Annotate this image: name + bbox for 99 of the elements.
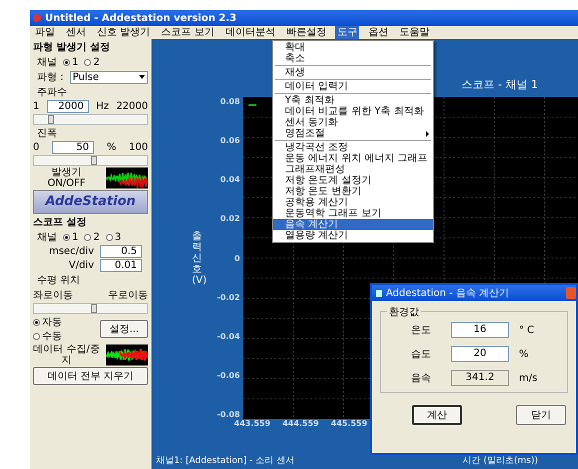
spin-field[interactable]: 0.5 xyxy=(100,245,142,258)
unit-label: Hz xyxy=(96,101,109,112)
waveform-dropdown[interactable]: Pulse xyxy=(70,70,148,84)
radio-button[interactable]: 1 xyxy=(63,232,78,242)
y-tick-label: 0.08 xyxy=(220,97,240,106)
spin-field[interactable]: 0.01 xyxy=(100,259,142,272)
unit-label: m/s xyxy=(519,372,538,384)
input-field[interactable]: 20 xyxy=(451,346,509,362)
menu-item[interactable]: 운동역학 그래프 보기 xyxy=(273,208,433,219)
menu-item[interactable]: 데이터 입력기 xyxy=(273,81,433,92)
menu-item[interactable]: 빠른설정 xyxy=(284,26,328,39)
slider[interactable] xyxy=(33,114,148,125)
field-label: 수평 위치 xyxy=(36,274,82,287)
menu-item[interactable]: 센서 xyxy=(64,26,88,39)
y-tick-label: -0.02 xyxy=(216,292,240,302)
menu-item[interactable]: 스코프 보기 xyxy=(159,26,216,39)
value-field[interactable]: 2000 xyxy=(46,100,89,113)
field-label: 음속 xyxy=(411,372,432,385)
dropdown-arrow-icon xyxy=(139,75,145,79)
radio-button[interactable]: 수동 xyxy=(33,329,62,343)
right-label: 우로이동 xyxy=(108,289,148,302)
radio-button[interactable]: 2 xyxy=(84,56,100,68)
y-tick-label: -0.08 xyxy=(216,410,240,419)
menu-item[interactable]: 데이터 비교를 위한 Y축 최적화 xyxy=(273,106,433,117)
radio-button[interactable]: 3 xyxy=(106,232,122,242)
signal-icon[interactable] xyxy=(106,167,148,189)
menu-item[interactable]: 운동 에너지 위치 에너지 그래프 xyxy=(273,153,433,164)
field-label: msec/div xyxy=(48,246,94,257)
field-label: 파형 : xyxy=(36,71,64,84)
menu-item[interactable]: 확대 xyxy=(273,42,433,53)
plot-title: 스코프 - 채널 1 xyxy=(462,77,538,93)
slider[interactable] xyxy=(33,155,148,166)
menu-item[interactable]: 축소 xyxy=(273,53,433,64)
menu-item[interactable]: 저항 온도계 설정기 xyxy=(273,175,433,186)
value-field[interactable]: 50 xyxy=(52,141,94,154)
y-tick-label: 0.02 xyxy=(220,214,240,224)
menu-item[interactable]: 센서 동기화 xyxy=(273,117,433,128)
max-label: 22000 xyxy=(116,101,148,112)
radio-button[interactable]: 자동 xyxy=(33,315,62,329)
slider[interactable] xyxy=(33,303,148,314)
submenu-arrow-icon xyxy=(426,130,429,136)
y-tick-label: -0.06 xyxy=(216,370,240,380)
menu-item[interactable]: 옵션 xyxy=(366,26,390,39)
radio-button[interactable]: 2 xyxy=(84,232,100,242)
x-tick-label: 443.559 xyxy=(234,419,270,428)
field-label: 주파수 xyxy=(36,86,68,99)
field-label: 채널 xyxy=(36,231,57,244)
generator-toggle-label: 발생기 ON/OFF xyxy=(46,167,87,189)
settings-button[interactable]: 설정... xyxy=(100,320,148,338)
section-title: 파형 발생기 설정 xyxy=(33,41,111,54)
menu-item[interactable]: 음속 계산기 xyxy=(273,219,433,230)
app-icon xyxy=(33,14,41,22)
menu-item[interactable]: 영점조절 xyxy=(273,128,433,139)
dialog-button[interactable]: 닫기 xyxy=(516,405,566,425)
menu-item[interactable]: 파일 xyxy=(33,26,57,39)
x-tick-label: 444.559 xyxy=(282,419,319,428)
window-title: Untitled - Addestation version 2.3 xyxy=(45,12,237,24)
clear-data-button[interactable]: 데이터 전부 지우기 xyxy=(33,367,148,385)
group-label: 환경값 xyxy=(387,305,421,319)
unit-label: % xyxy=(106,142,116,153)
y-tick-label: 0 xyxy=(234,254,240,262)
input-field[interactable]: 16 xyxy=(451,322,509,338)
field-label: 채널 xyxy=(36,56,57,69)
dialog-button[interactable]: 계산 xyxy=(412,405,462,425)
status-text: 채널1: [Addestation] - 소리 센서 xyxy=(156,455,294,467)
signal-icon[interactable] xyxy=(106,344,148,366)
menu-item[interactable]: 재생 xyxy=(273,67,433,78)
field-label: V/div xyxy=(68,260,94,271)
menu-item[interactable]: 저항 온도 변환기 xyxy=(273,186,433,197)
y-tick-label: 0.06 xyxy=(220,136,240,146)
unit-label: % xyxy=(519,348,529,360)
menu-item[interactable]: 그래프재편성 xyxy=(273,164,433,175)
collect-label: 데이터 수집/중지 xyxy=(33,344,100,366)
menu-item[interactable]: 냉각곡선 조정 xyxy=(273,142,433,153)
unit-label: ° C xyxy=(519,324,534,336)
menu-item[interactable]: 도움말 xyxy=(397,26,432,39)
menu-item[interactable]: 공학용 계산기 xyxy=(273,197,433,208)
menu-item[interactable]: Y축 최적화 xyxy=(273,95,433,106)
dialog-title: Addestation - 음속 계산기 xyxy=(386,287,510,300)
min-label: 1 xyxy=(33,101,40,112)
result-field: 341.2 xyxy=(451,370,509,386)
left-label: 좌로이동 xyxy=(33,289,73,302)
menu-item[interactable]: 열용량 계산기 xyxy=(273,230,433,241)
x-tick-label: 445.559 xyxy=(330,419,368,428)
logo: AddeStation xyxy=(33,190,148,214)
min-label: 0 xyxy=(33,142,40,153)
field-label: 진폭 xyxy=(36,127,58,140)
y-tick-label: 0.04 xyxy=(220,175,240,184)
menu-item[interactable]: 신호 발생기 xyxy=(95,26,152,39)
x-axis-label: 시간 (밀리초(ms)) xyxy=(462,455,538,467)
menu-item[interactable]: 데이터분석 xyxy=(223,26,278,39)
menu-item[interactable]: 도구 xyxy=(335,26,360,39)
app-icon xyxy=(376,290,382,296)
y-tick-label: -0.04 xyxy=(216,332,240,341)
field-label: 온도 xyxy=(411,324,432,337)
max-label: 100 xyxy=(128,142,148,153)
radio-button[interactable]: 1 xyxy=(63,56,78,68)
field-label: 습도 xyxy=(411,348,432,361)
section-title: 스코프 설정 xyxy=(33,216,88,229)
